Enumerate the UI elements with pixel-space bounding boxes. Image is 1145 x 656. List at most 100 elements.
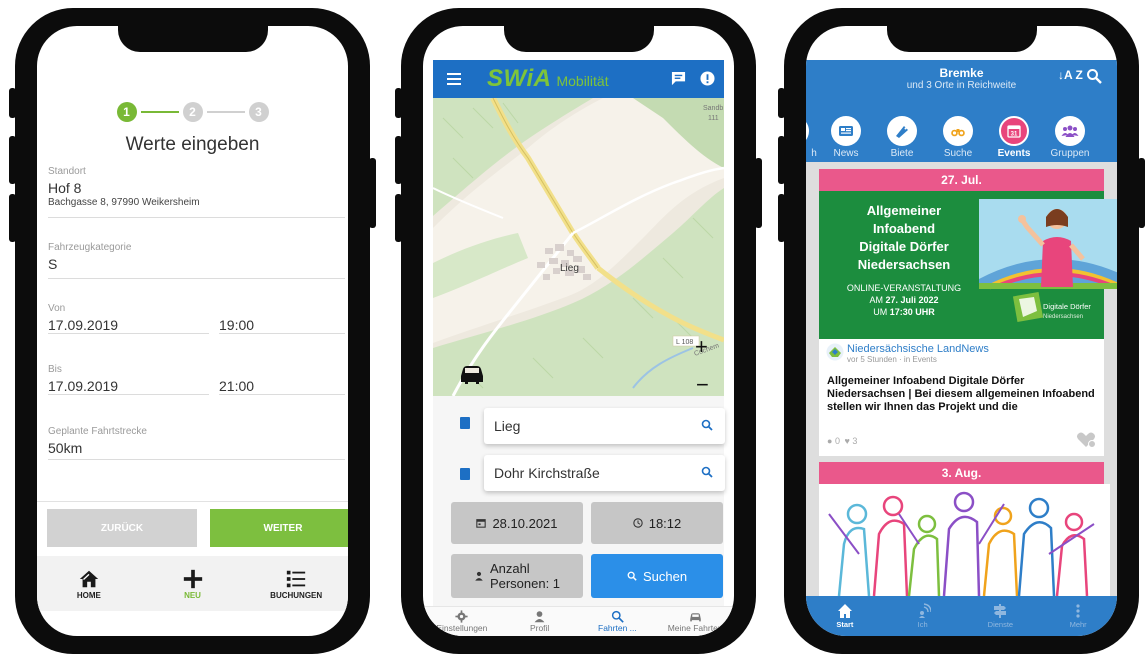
notch xyxy=(117,26,268,52)
nav-mehr[interactable]: Mehr xyxy=(1039,596,1117,636)
persons-button[interactable]: Anzahl Personen: 1 xyxy=(451,554,583,598)
back-button[interactable]: ZURÜCK xyxy=(47,509,197,547)
presenter-illustration: Digitale Dörfer Niedersachsen xyxy=(979,199,1117,323)
car-icon xyxy=(689,613,701,622)
alert-icon[interactable] xyxy=(700,71,715,86)
engagement-counts: ● 0 ♥ 3 xyxy=(827,436,857,446)
search-icon[interactable] xyxy=(1086,68,1102,84)
bis-field: Bis 17.09.2019 21:00 xyxy=(48,364,345,402)
kategorie-label: Fahrzeugkategorie xyxy=(48,242,132,253)
nav-dienste[interactable]: Dienste xyxy=(962,596,1040,636)
nav-my-rides[interactable]: Meine Fahrten xyxy=(656,607,734,636)
banner-sub3-time: 17:30 UHR xyxy=(889,307,935,317)
banner-sub2-prefix: AM xyxy=(869,295,886,305)
standort-label: Standort xyxy=(48,166,86,177)
date-button[interactable]: 28.10.2021 xyxy=(451,502,583,544)
step-2[interactable]: 2 xyxy=(182,102,203,122)
time-button[interactable]: 18:12 xyxy=(591,502,723,544)
next-button[interactable]: WEITER xyxy=(210,509,348,547)
map-view[interactable]: L 108 Lieg Cochem Sandb 111 + − xyxy=(433,98,724,396)
nav-home[interactable]: HOME xyxy=(37,556,141,611)
von-label: Von xyxy=(48,303,66,314)
date-header: 27. Jul. xyxy=(819,169,1104,191)
source-name[interactable]: Niedersächsische LandNews xyxy=(847,343,989,355)
search-icon xyxy=(627,571,637,581)
nav-profile[interactable]: Profil xyxy=(501,607,579,636)
form-actions: ZURÜCK WEITER xyxy=(37,501,348,556)
car-icon[interactable] xyxy=(461,366,483,384)
person-icon xyxy=(475,571,483,581)
step-3[interactable]: 3 xyxy=(248,102,269,122)
source-avatar xyxy=(826,343,844,361)
screen: Bremke und 3 Orte in Reichweite ↓A Z h N… xyxy=(806,26,1117,636)
category-events[interactable]: 31 Events xyxy=(986,116,1042,159)
svg-text:31: 31 xyxy=(1011,132,1018,138)
category-gruppen[interactable]: Gruppen xyxy=(1042,116,1098,159)
von-date-input[interactable]: 17.09.2019 xyxy=(48,317,209,334)
event-banner: Allgemeiner Infoabend Digitale Dörfer Ni… xyxy=(819,191,1117,339)
zoom-in-button[interactable]: + xyxy=(695,334,708,359)
binoculars-icon xyxy=(951,129,965,137)
nav-rides-label: Fahrten ... xyxy=(598,623,637,633)
category-biete[interactable]: Biete xyxy=(874,116,930,159)
nav-ich[interactable]: Ich xyxy=(884,596,962,636)
banner-line3: Digitale Dörfer xyxy=(859,239,949,254)
bottom-nav: Start Ich Dienste Mehr xyxy=(806,596,1117,636)
sort-icon[interactable]: ↓A Z xyxy=(1058,68,1083,82)
app-logo: SWiA Mobilität xyxy=(487,65,609,93)
from-input[interactable]: Lieg xyxy=(484,408,725,444)
app-header: Bremke und 3 Orte in Reichweite ↓A Z xyxy=(806,60,1117,116)
standort-field[interactable]: Standort Hof 8 Bachgasse 8, 97990 Weiker… xyxy=(48,166,345,218)
fahrzeugkategorie-field[interactable]: Fahrzeugkategorie S xyxy=(48,242,345,279)
calendar-icon: 31 xyxy=(1007,125,1021,138)
fahrtstrecke-field[interactable]: Geplante Fahrtstrecke 50km xyxy=(48,426,345,460)
banner-sub2-date: 27. Juli 2022 xyxy=(885,295,939,305)
category-partial-icon xyxy=(806,116,809,146)
events-feed: 27. Jul. Allgemeiner Infoabend Digitale … xyxy=(806,162,1117,597)
bis-time-input[interactable]: 21:00 xyxy=(219,378,345,395)
logo-line2: Niedersachsen xyxy=(1043,314,1083,320)
nav-start[interactable]: Start xyxy=(806,596,884,636)
kategorie-value: S xyxy=(48,256,58,272)
heart-icon: ♥ xyxy=(844,436,850,446)
search-icon[interactable] xyxy=(701,466,713,478)
nav-new-label: NEU xyxy=(184,590,201,600)
bottom-nav: HOME NEU BUCHUNGEN xyxy=(37,556,348,611)
event-card[interactable]: Allgemeiner Infoabend Digitale Dörfer Ni… xyxy=(819,191,1117,456)
like-button-icon[interactable] xyxy=(1076,431,1096,449)
bookmark-icon xyxy=(460,468,470,480)
comment-icon: ● xyxy=(827,436,833,446)
von-time-input[interactable]: 19:00 xyxy=(219,317,345,334)
nav-rides[interactable]: Fahrten ... xyxy=(579,607,657,636)
from-value: Lieg xyxy=(494,418,521,434)
bottom-nav: Einstellungen Profil Fahrten ... Meine F… xyxy=(423,606,734,636)
category-biete-label: Biete xyxy=(890,148,914,159)
comment-count: 0 xyxy=(834,436,840,446)
category-news[interactable]: News xyxy=(818,116,874,159)
signpost-icon xyxy=(994,604,1007,618)
calendar-icon xyxy=(476,519,487,528)
search-panel: Lieg Dohr Kirchstraße 28.10.2021 18:12 A… xyxy=(433,396,725,606)
chat-icon[interactable] xyxy=(671,71,686,86)
step-connector xyxy=(140,111,179,113)
to-input[interactable]: Dohr Kirchstraße xyxy=(484,455,725,491)
zoom-out-button[interactable]: − xyxy=(696,372,709,396)
nav-settings-label: Einstellungen xyxy=(436,623,488,633)
nav-new[interactable]: NEU xyxy=(141,556,245,611)
menu-icon[interactable] xyxy=(447,73,461,85)
nav-bookings[interactable]: BUCHUNGEN xyxy=(244,556,348,611)
category-events-label: Events xyxy=(997,148,1031,159)
search-button[interactable]: Suchen xyxy=(591,554,723,598)
search-icon[interactable] xyxy=(701,419,713,431)
category-suche[interactable]: Suche xyxy=(930,116,986,159)
bis-date-input[interactable]: 17.09.2019 xyxy=(48,378,209,395)
nav-settings[interactable]: Einstellungen xyxy=(423,607,501,636)
event-description: Allgemeiner Infoabend Digitale Dörfer Ni… xyxy=(827,375,1095,413)
nav-my-rides-label: Meine Fahrten xyxy=(667,623,723,633)
step-1[interactable]: 1 xyxy=(116,102,137,122)
event-card[interactable] xyxy=(819,484,1110,597)
map-road-label: L 108 xyxy=(676,339,693,346)
time-value: 18:12 xyxy=(648,515,682,531)
clock-icon xyxy=(633,518,643,528)
map-edge-number: 111 xyxy=(708,115,719,122)
